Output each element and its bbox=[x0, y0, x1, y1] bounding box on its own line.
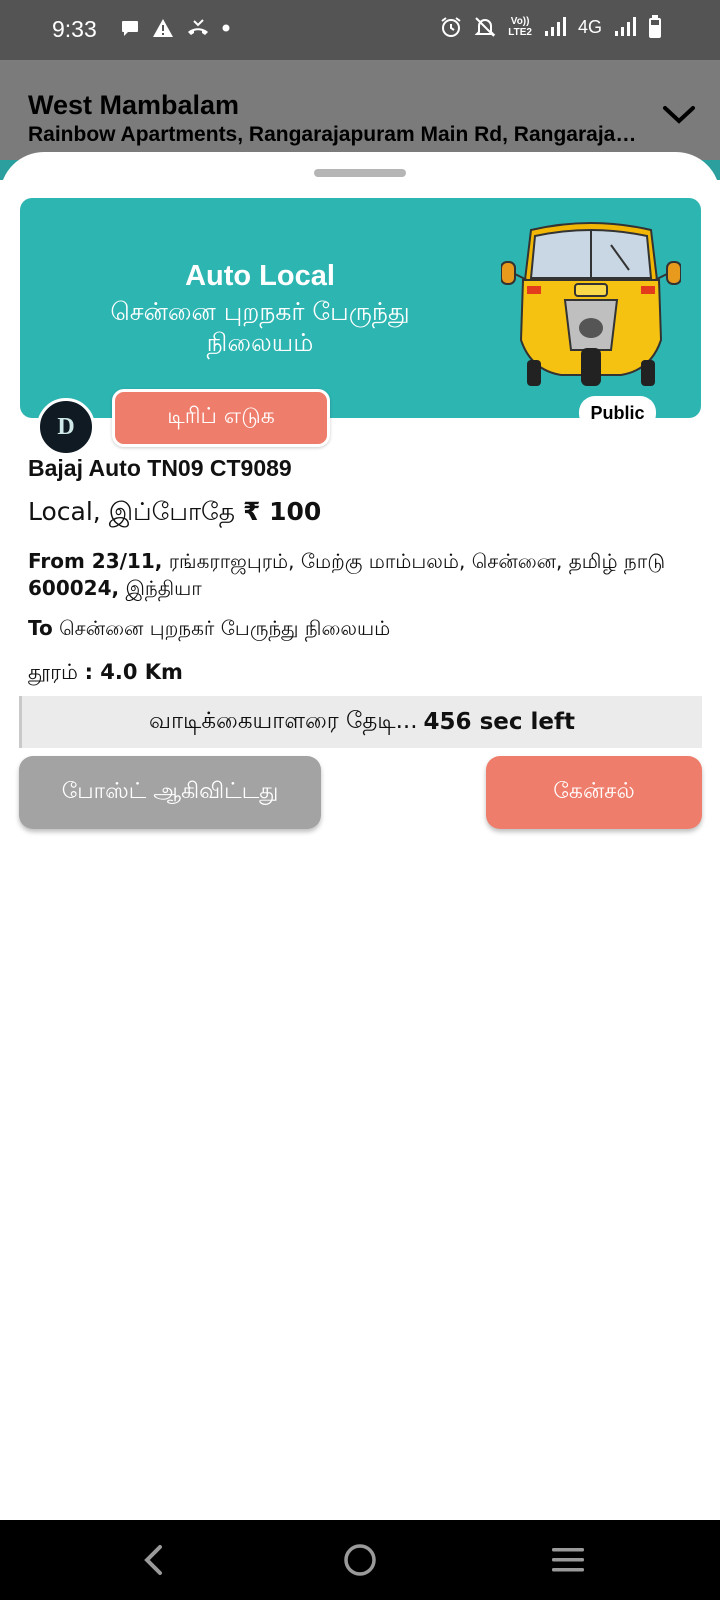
location-title: West Mambalam bbox=[28, 90, 240, 120]
trip-banner: Auto Local சென்னை புறநகர் பேருந்து நிலைய… bbox=[20, 198, 701, 418]
pickup-address: From 23/11, ரங்கராஜபுரம், மேற்கு மாம்பலம… bbox=[28, 548, 693, 602]
cancel-button[interactable]: கேன்சல் bbox=[486, 756, 702, 829]
distance-value: : 4.0 Km bbox=[84, 660, 183, 684]
volte-indicator: Vo)) LTE2 bbox=[508, 16, 532, 38]
distance-label: தூரம் bbox=[28, 660, 78, 684]
status-time: 9:33 bbox=[52, 16, 97, 42]
drop-address: To சென்னை புறநகர் பேருந்து நிலையம் bbox=[28, 616, 390, 643]
take-trip-button[interactable]: டிரிப் எடுக bbox=[112, 389, 330, 447]
warning-icon bbox=[153, 19, 173, 37]
fare-label: Local, இப்போதே bbox=[28, 497, 236, 526]
alarm-icon bbox=[441, 17, 461, 37]
countdown-text: 456 sec left bbox=[423, 709, 575, 735]
from-label: From 23/11, bbox=[28, 549, 163, 573]
fare-line: Local, இப்போதே ₹ 100 bbox=[28, 497, 321, 530]
network-type: 4G bbox=[577, 16, 602, 37]
home-icon bbox=[344, 1544, 376, 1576]
posted-button[interactable]: போஸ்ட் ஆகிவிட்டது bbox=[19, 756, 321, 829]
fare-amount: ₹ 100 bbox=[243, 497, 322, 526]
from-pin: 600024, bbox=[28, 576, 120, 600]
from-address: ரங்கராஜபுரம், மேற்கு மாம்பலம், சென்னை, த… bbox=[168, 549, 666, 573]
auto-rickshaw-icon bbox=[501, 222, 681, 386]
system-navigation-bar bbox=[0, 1520, 720, 1600]
dot-icon bbox=[222, 24, 230, 32]
banner-subtitle: சென்னை புறநகர் பேருந்து நிலையம் bbox=[110, 297, 410, 357]
vehicle-name: Bajaj Auto TN09 CT9089 bbox=[28, 455, 292, 481]
back-button[interactable] bbox=[134, 1540, 174, 1580]
back-icon bbox=[144, 1545, 162, 1575]
driver-avatar[interactable]: D bbox=[37, 398, 95, 456]
signal-icon bbox=[544, 17, 566, 36]
banner-title: Auto Local bbox=[185, 260, 335, 292]
menu-icon bbox=[552, 1548, 584, 1572]
distance-line: தூரம் : 4.0 Km bbox=[28, 660, 183, 687]
trip-bottom-sheet: Auto Local சென்னை புறநகர் பேருந்து நிலைய… bbox=[0, 152, 720, 1520]
searching-text: வாடிக்கையாளரை தேடி... bbox=[149, 707, 418, 734]
from-country: இந்தியா bbox=[125, 576, 202, 600]
chevron-down-icon[interactable] bbox=[662, 104, 696, 126]
public-badge: Public bbox=[579, 396, 656, 430]
sheet-drag-handle[interactable] bbox=[314, 169, 406, 177]
status-bar: 9:33 Vo)) LTE2 4G bbox=[0, 0, 720, 60]
chat-bubble-icon bbox=[122, 21, 138, 36]
recents-button[interactable] bbox=[548, 1540, 588, 1580]
searching-status-bar: வாடிக்கையாளரை தேடி... 456 sec left bbox=[19, 696, 702, 748]
to-label: To bbox=[28, 616, 53, 640]
avatar-letter: D bbox=[57, 413, 75, 440]
to-address: சென்னை புறநகர் பேருந்து நிலையம் bbox=[59, 616, 391, 640]
location-subtitle: Rainbow Apartments, Rangarajapuram Main … bbox=[28, 123, 648, 146]
bell-off-icon bbox=[474, 17, 496, 37]
home-button[interactable] bbox=[340, 1540, 380, 1580]
battery-icon bbox=[649, 15, 661, 38]
missed-call-icon bbox=[188, 19, 208, 35]
signal-icon-2 bbox=[615, 17, 636, 36]
